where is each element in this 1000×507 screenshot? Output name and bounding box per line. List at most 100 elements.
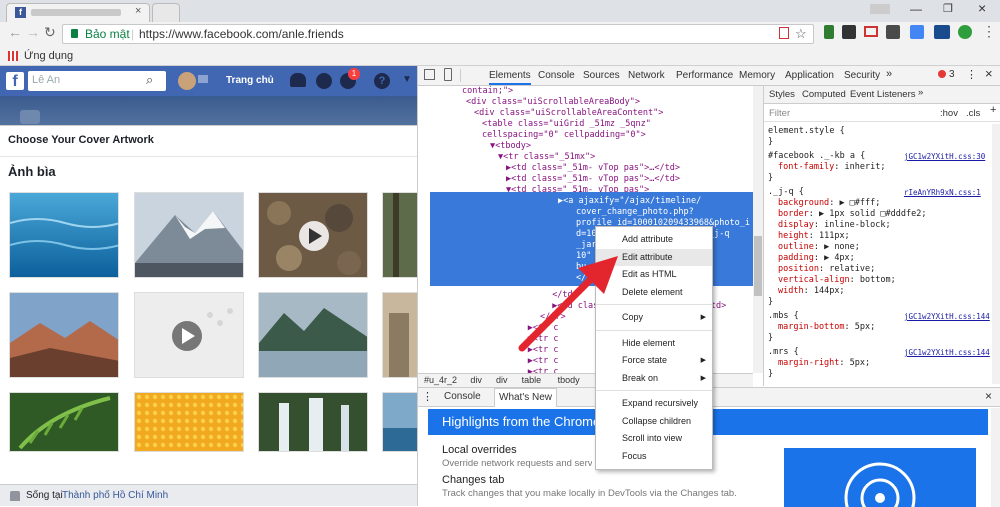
- context-menu-item[interactable]: Break on ▶: [596, 370, 712, 387]
- style-declaration[interactable]: display: inline-block;: [778, 220, 891, 231]
- tab-memory[interactable]: Memory: [739, 70, 775, 81]
- ellipsis-icon[interactable]: …: [420, 194, 425, 205]
- cover-artwork-mountain[interactable]: [134, 192, 244, 278]
- cover-artwork-waterfall[interactable]: [258, 392, 368, 452]
- tab-elements[interactable]: Elements: [489, 70, 531, 85]
- context-menu-item[interactable]: Expand recursively: [596, 395, 712, 412]
- minimize-icon[interactable]: —: [910, 2, 922, 16]
- style-rule-selector[interactable]: element.style {: [768, 126, 845, 137]
- tab-performance[interactable]: Performance: [676, 70, 733, 81]
- cover-artwork-rock[interactable]: [382, 292, 417, 378]
- breadcrumb-item[interactable]: div: [470, 375, 482, 385]
- help-icon[interactable]: ?: [374, 73, 390, 89]
- style-declaration[interactable]: font-family: inherit;: [778, 162, 886, 173]
- drawer-tab-console[interactable]: Console: [444, 391, 481, 402]
- tab-network[interactable]: Network: [628, 70, 665, 81]
- style-rule-selector[interactable]: }: [768, 173, 773, 184]
- url-text[interactable]: https://www.facebook.com/anle.friends: [139, 25, 344, 43]
- device-toolbar-icon[interactable]: [444, 68, 452, 81]
- error-icon[interactable]: [938, 70, 946, 78]
- tab-styles[interactable]: Styles: [769, 89, 795, 100]
- style-declaration[interactable]: border: ▶ 1px solid □#dddfe2;: [778, 209, 926, 220]
- dom-node-line[interactable]: ▼<tr class="_51mx">: [498, 152, 595, 163]
- dom-node-line[interactable]: <div class="uiScrollableAreaBody">: [466, 97, 640, 108]
- cover-artwork-fern[interactable]: [9, 392, 119, 452]
- dom-node-line[interactable]: ▶<td class="_51m- vTop pas">…</td>: [506, 163, 680, 174]
- back-icon[interactable]: ←: [8, 24, 22, 40]
- dom-node-line[interactable]: ▶<td class="_51m- vTop pas">…</td>: [506, 174, 680, 185]
- new-rule-icon[interactable]: +: [990, 105, 996, 116]
- elements-scrollbar[interactable]: [753, 86, 763, 373]
- reload-icon[interactable]: ↻: [44, 24, 56, 41]
- breadcrumb-item[interactable]: div: [496, 375, 508, 385]
- scrollbar-thumb[interactable]: [754, 236, 762, 296]
- address-bar[interactable]: Bảo mật | https://www.facebook.com/anle.…: [62, 24, 814, 44]
- dom-node-line[interactable]: <table class="uiGrid _51mz _5qnz": [482, 119, 651, 130]
- source-link[interactable]: jGC1w2YXitH.css:144: [904, 311, 990, 322]
- style-declaration[interactable]: vertical-align: bottom;: [778, 275, 896, 286]
- translate-icon[interactable]: [910, 25, 924, 39]
- cover-artwork-desert[interactable]: [9, 292, 119, 378]
- new-tab-button[interactable]: [152, 3, 180, 22]
- style-declaration[interactable]: background: ▶ □#fff;: [778, 198, 880, 209]
- style-rule-selector[interactable]: }: [768, 369, 773, 380]
- cover-artwork-water[interactable]: [9, 192, 119, 278]
- close-devtools-icon[interactable]: ×: [985, 66, 993, 81]
- extension-icon[interactable]: [958, 25, 972, 39]
- dom-node-line[interactable]: ▼<tbody>: [490, 141, 531, 152]
- drawer-scrollbar[interactable]: [991, 408, 1000, 507]
- tab-security[interactable]: Security: [844, 70, 880, 81]
- more-tabs-icon[interactable]: »: [886, 68, 892, 80]
- style-declaration[interactable]: position: relative;: [778, 264, 875, 275]
- browser-tab-active[interactable]: f ×: [6, 3, 150, 22]
- apps-link[interactable]: Ứng dụng: [24, 46, 73, 66]
- style-declaration[interactable]: padding: ▶ 4px;: [778, 253, 855, 264]
- style-rule-selector[interactable]: }: [768, 137, 773, 148]
- account-menu-icon[interactable]: ▼: [402, 74, 412, 85]
- style-declaration[interactable]: height: 111px;: [778, 231, 850, 242]
- dom-node-line[interactable]: contain;">: [462, 86, 513, 97]
- style-declaration[interactable]: margin-right: 5px;: [778, 358, 870, 369]
- style-declaration[interactable]: outline: ▶ none;: [778, 242, 860, 253]
- friend-requests-icon[interactable]: [290, 73, 306, 87]
- cover-video-paper[interactable]: [134, 292, 244, 378]
- facebook-logo-icon[interactable]: f: [6, 72, 24, 90]
- menu-kebab-icon[interactable]: ⋮: [982, 23, 996, 40]
- home-link[interactable]: Trang chủ: [226, 75, 274, 86]
- tab-computed[interactable]: Computed: [802, 89, 846, 100]
- hov-toggle[interactable]: :hov: [940, 108, 958, 119]
- breadcrumb-item[interactable]: table: [522, 375, 542, 385]
- style-rule-selector[interactable]: ._j-q {rIeAnYRh9xN.css:1: [768, 187, 981, 198]
- profile-icon[interactable]: [870, 4, 890, 14]
- cls-toggle[interactable]: .cls: [966, 108, 980, 119]
- profile-name-blurred[interactable]: [198, 75, 208, 83]
- source-link[interactable]: jGC1w2YXitH.css:144: [904, 347, 990, 358]
- tab-event-listeners[interactable]: Event Listeners: [850, 89, 915, 100]
- extension-icon[interactable]: [886, 25, 900, 39]
- style-rule-selector[interactable]: }: [768, 297, 773, 308]
- breadcrumb-item[interactable]: tbody: [558, 375, 580, 385]
- style-declaration[interactable]: margin-bottom: 5px;: [778, 322, 875, 333]
- cover-artwork-lake[interactable]: [258, 292, 368, 378]
- style-rule-selector[interactable]: #facebook ._-kb a {jGC1w2YXitH.css:30: [768, 151, 985, 162]
- styles-scrollbar[interactable]: [992, 124, 1000, 384]
- avatar[interactable]: [178, 72, 196, 90]
- tab-sources[interactable]: Sources: [583, 70, 620, 81]
- extension-icon[interactable]: [824, 25, 834, 39]
- cover-artwork-forest[interactable]: [382, 192, 417, 278]
- context-menu-item[interactable]: Scroll into view: [596, 430, 712, 447]
- source-link[interactable]: rIeAnYRh9xN.css:1: [904, 187, 981, 198]
- cover-video-stones[interactable]: [258, 192, 368, 278]
- style-rule-selector[interactable]: }: [768, 333, 773, 344]
- devtools-menu-icon[interactable]: ⋮: [966, 68, 977, 81]
- source-link[interactable]: jGC1w2YXitH.css:30: [904, 151, 985, 162]
- dom-node-line[interactable]: cellspacing="0" cellpadding="0">: [482, 130, 646, 141]
- style-rule-selector[interactable]: .mbs {jGC1w2YXitH.css:144: [768, 311, 990, 322]
- extension-icon[interactable]: [842, 25, 856, 39]
- drawer-menu-icon[interactable]: ⋮: [422, 390, 433, 403]
- tab-application[interactable]: Application: [785, 70, 834, 81]
- whats-new-item-title[interactable]: Changes tab: [442, 474, 504, 486]
- cover-artwork-dots[interactable]: [134, 392, 244, 452]
- style-declaration[interactable]: width: 144px;: [778, 286, 845, 297]
- context-menu-item[interactable]: Collapse children: [596, 413, 712, 430]
